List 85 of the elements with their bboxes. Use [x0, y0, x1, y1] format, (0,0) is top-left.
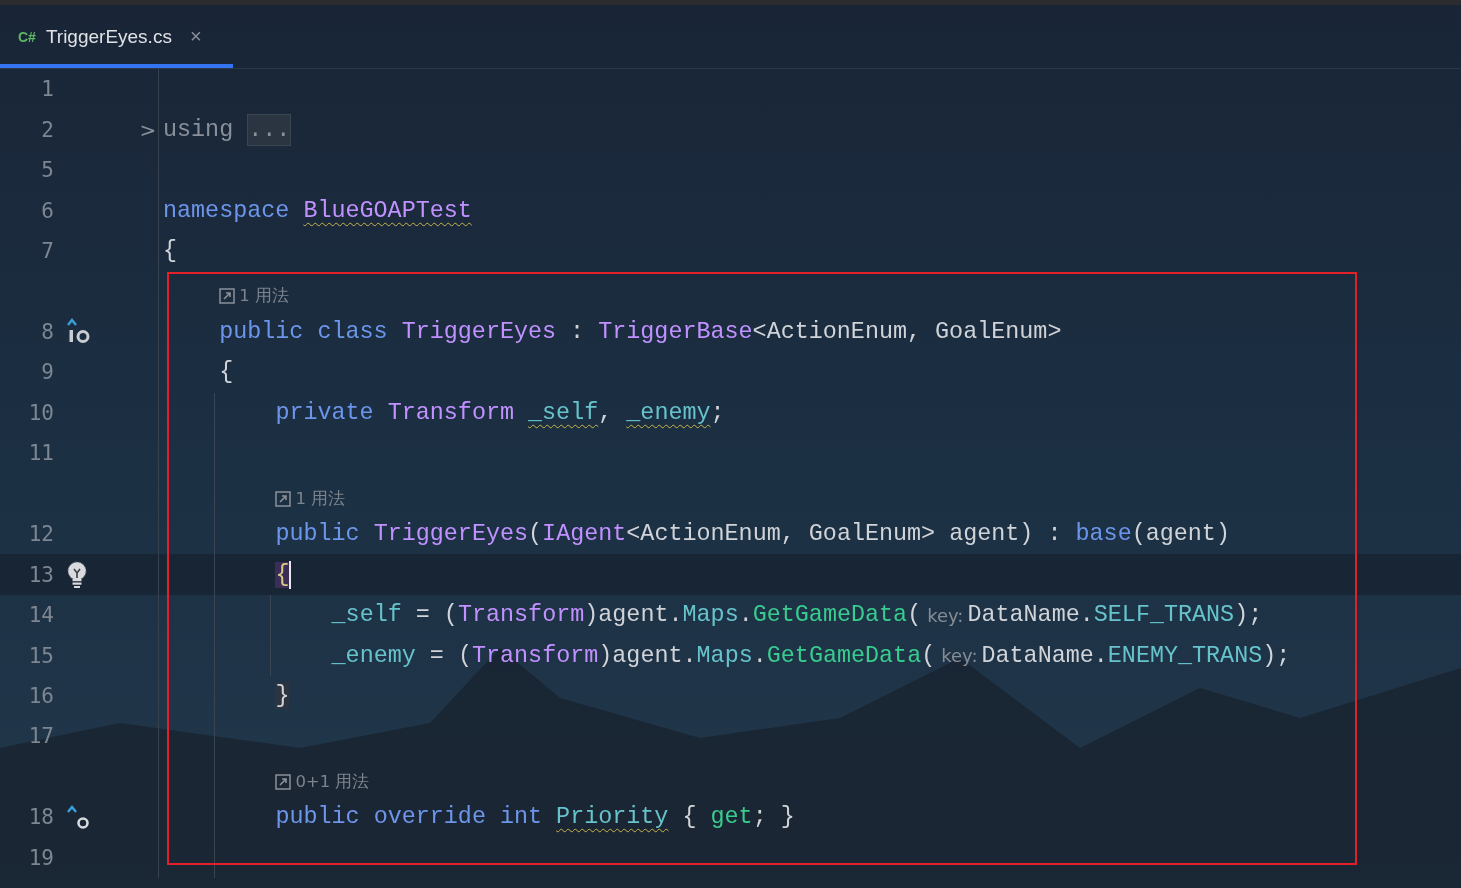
line-number: 17: [27, 724, 54, 749]
usages-hint[interactable]: 1 用法: [295, 487, 346, 510]
line-number: 12: [27, 522, 54, 547]
code-token: GetGameData: [766, 642, 922, 669]
code-token: IAgent: [542, 521, 627, 548]
parameter-hint: key:: [927, 604, 964, 626]
code-token: (: [528, 521, 543, 548]
line-number: 2: [40, 117, 54, 142]
line-number: 7: [40, 239, 54, 264]
code-token: using: [163, 116, 235, 143]
close-tab-button[interactable]: ×: [189, 25, 202, 48]
usages-link-icon[interactable]: [219, 288, 236, 305]
code-token: _self: [331, 602, 402, 629]
line-number: 15: [27, 643, 54, 668]
code-token: namespace: [163, 197, 291, 224]
line-number: 14: [27, 603, 54, 628]
code-token: {: [681, 804, 698, 831]
code-token: );: [1234, 602, 1263, 629]
code-token: <ActionEnum, GoalEnum>: [752, 318, 1062, 345]
tab-title: TriggerEyes.cs: [45, 25, 172, 48]
line-number: 8: [40, 319, 54, 344]
code-token[interactable]: ...: [247, 113, 292, 146]
code-token: (agent): [1131, 521, 1230, 548]
code-token: private: [275, 399, 375, 426]
fold-chevron[interactable]: >: [139, 117, 157, 142]
code-token: )agent.: [598, 642, 697, 669]
code-token: _enemy: [626, 399, 711, 426]
code-token: BlueGOAPTest: [303, 197, 472, 224]
parameter-hint: key:: [941, 645, 978, 667]
code-token: {: [163, 238, 178, 265]
code-token: <ActionEnum, GoalEnum> agent) :: [626, 521, 1063, 548]
code-token: public class: [219, 318, 389, 345]
code-token: );: [1262, 642, 1291, 669]
code-token: {: [219, 359, 234, 386]
line-number: 11: [27, 441, 54, 466]
code-token: Transform: [387, 399, 515, 426]
usages-link-icon[interactable]: [275, 490, 292, 507]
line-number: 10: [27, 400, 54, 425]
code-token: (: [921, 642, 936, 669]
line-number: 13: [27, 562, 54, 587]
code-token: SELF_TRANS: [1093, 602, 1235, 629]
code-token: = (: [428, 642, 472, 669]
code-token: GetGameData: [752, 602, 908, 629]
code-token: _self: [528, 399, 599, 426]
code-token: .: [738, 602, 753, 629]
usages-hint[interactable]: 1 用法: [239, 285, 289, 308]
code-token: TriggerEyes: [373, 521, 529, 548]
code-token: .: [752, 642, 767, 669]
line-number: 1: [40, 77, 54, 102]
code-token: TriggerBase: [598, 318, 753, 345]
code-token: DataName.: [981, 642, 1108, 669]
code-token: Maps: [682, 602, 739, 629]
code-token: ,: [598, 399, 614, 426]
code-token: Transform: [457, 602, 585, 629]
code-token: _enemy: [331, 642, 416, 669]
code-token: {: [275, 561, 290, 588]
line-number: 18: [27, 805, 54, 830]
code-token: :: [569, 318, 586, 345]
code-token: get: [710, 804, 753, 831]
usages-hint[interactable]: 0+1 用法: [295, 770, 370, 793]
code-token: ; }: [752, 804, 795, 831]
code-token: DataName.: [967, 602, 1094, 629]
code-token: public: [275, 521, 361, 548]
code-token: = (: [414, 602, 458, 629]
code-token: ;: [710, 399, 725, 426]
usages-link-icon[interactable]: [275, 773, 292, 790]
code-token: Transform: [471, 642, 599, 669]
code-token: base: [1075, 521, 1132, 548]
line-number: 19: [27, 845, 54, 870]
code-token: }: [275, 683, 290, 709]
code-token: )agent.: [584, 602, 683, 629]
code-token: Maps: [696, 642, 753, 669]
line-number: 6: [40, 198, 54, 223]
csharp-file-label: C#: [18, 28, 36, 45]
file-tab[interactable]: C# TriggerEyes.cs ×: [0, 5, 233, 68]
code-token: public override int: [275, 804, 544, 831]
line-number: 5: [40, 158, 54, 183]
code-token: Priority: [556, 804, 669, 831]
code-token: ENEMY_TRANS: [1107, 642, 1263, 669]
line-number: 9: [40, 360, 54, 385]
code-token: TriggerEyes: [401, 318, 557, 345]
line-number: 16: [27, 684, 54, 708]
code-token: (: [907, 602, 922, 629]
lightbulb-icon[interactable]: [66, 560, 88, 589]
text-caret: [289, 560, 292, 589]
